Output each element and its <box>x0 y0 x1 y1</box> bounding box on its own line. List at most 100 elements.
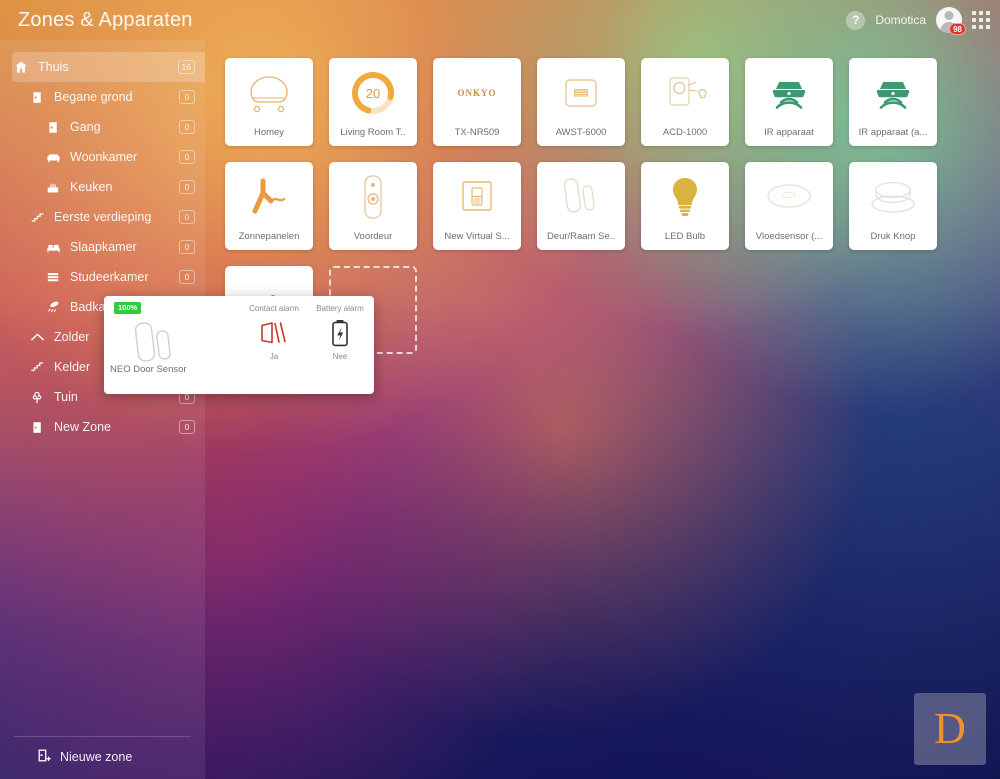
device-tile-label: AWST-6000 <box>555 127 607 138</box>
sidebar-item-label: Studeerkamer <box>70 270 149 284</box>
sidebar-item-begane-grond[interactable]: Begane grond 0 <box>12 82 205 112</box>
device-tile-label: New Virtual S... <box>444 231 510 242</box>
flood-sensor-icon <box>745 162 833 231</box>
avatar[interactable]: 98 <box>936 7 966 35</box>
basement-icon <box>28 359 46 375</box>
device-tile[interactable]: IR apparaat (a... <box>849 58 937 146</box>
battery-level-badge: 100% <box>114 302 142 314</box>
sidebar-item-slaapkamer[interactable]: Slaapkamer 0 <box>12 232 205 262</box>
device-tile-label: Homey <box>253 127 285 138</box>
door-open-alarm-icon <box>259 318 289 348</box>
notification-badge[interactable]: 98 <box>949 23 966 35</box>
capability-title: Battery alarm <box>316 304 364 313</box>
top-header: Zones & Apparaten ? Domotica 98 <box>0 0 1000 40</box>
zone-device-count: 0 <box>179 90 195 104</box>
brand-logo-button[interactable]: D <box>914 693 986 765</box>
header-actions: ? Domotica 98 <box>846 7 990 35</box>
svg-text:20: 20 <box>366 86 380 101</box>
device-tile[interactable]: Vloedsensor (... <box>745 162 833 250</box>
sidebar-item-gang[interactable]: Gang 0 <box>12 112 205 142</box>
zone-device-count: 0 <box>179 270 195 284</box>
device-tile[interactable]: 20 Living Room T.. <box>329 58 417 146</box>
apps-grid-icon[interactable] <box>972 11 990 29</box>
device-tile-label: Deur/Raam Se.. <box>546 231 616 242</box>
zone-device-count: 0 <box>179 120 195 134</box>
device-tile[interactable]: Voordeur <box>329 162 417 250</box>
capability-value: Ja <box>269 351 279 361</box>
brand-logo-letter: D <box>934 704 966 753</box>
device-tile-label: Vloedsensor (... <box>755 231 823 242</box>
desk-icon <box>44 269 62 285</box>
door-icon <box>44 119 62 135</box>
push-button-icon <box>849 162 937 231</box>
device-tile[interactable]: LED Bulb <box>641 162 729 250</box>
device-tile[interactable]: ACD-1000 <box>641 58 729 146</box>
sidebar-item-label: Keuken <box>70 180 113 194</box>
solar-panel-icon <box>225 162 313 231</box>
sidebar-item-label: Zolder <box>54 330 90 344</box>
device-tile[interactable]: New Virtual S... <box>433 162 521 250</box>
popup-device-name: NEO Door Sensor <box>110 364 187 375</box>
user-name-label: Domotica <box>875 13 926 27</box>
device-tile-label: IR apparaat (a... <box>858 127 928 138</box>
sidebar-item-keuken[interactable]: Keuken 0 <box>12 172 205 202</box>
device-popup-card[interactable]: 100% NEO Door Sensor Contact alarm Ja Bat… <box>104 296 374 394</box>
capability-contact-alarm[interactable]: Contact alarm Ja <box>248 304 300 361</box>
onkyo-logo-icon: ONKYO <box>433 58 521 127</box>
new-zone-label: Nieuwe zone <box>60 750 133 764</box>
add-zone-icon <box>38 749 51 765</box>
sidebar-item-label: Eerste verdieping <box>54 210 152 224</box>
ir-device-icon <box>849 58 937 127</box>
capability-value: Nee <box>332 351 348 361</box>
ir-device-icon <box>745 58 833 127</box>
shower-icon <box>44 299 62 315</box>
zone-device-count: 0 <box>179 240 195 254</box>
sidebar-item-studeerkamer[interactable]: Studeerkamer 0 <box>12 262 205 292</box>
sidebar-item-label: New Zone <box>54 420 111 434</box>
zone-device-count: 0 <box>179 210 195 224</box>
lightbulb-icon <box>641 162 729 231</box>
door-window-sensor-icon <box>126 318 186 364</box>
help-icon[interactable]: ? <box>846 10 866 30</box>
door-window-sensor-icon <box>537 162 625 231</box>
sidebar-item-woonkamer[interactable]: Woonkamer 0 <box>12 142 205 172</box>
device-tile[interactable]: ONKYO TX-NR509 <box>433 58 521 146</box>
sidebar-item-eerste-verdieping[interactable]: Eerste verdieping 0 <box>12 202 205 232</box>
sidebar-item-new-zone[interactable]: New Zone 0 <box>12 412 205 442</box>
device-tile-label: LED Bulb <box>664 231 706 242</box>
attic-icon <box>28 329 46 345</box>
device-tile[interactable]: IR apparaat <box>745 58 833 146</box>
device-tile[interactable]: Deur/Raam Se.. <box>537 162 625 250</box>
device-tile[interactable]: AWST-6000 <box>537 58 625 146</box>
new-zone-button[interactable]: Nieuwe zone <box>14 736 191 779</box>
device-tile-label: Zonnepanelen <box>238 231 300 242</box>
wall-switch-icon <box>537 58 625 127</box>
stairs-icon <box>28 209 46 225</box>
device-tile-label: Voordeur <box>353 231 393 242</box>
sidebar-item-label: Begane grond <box>54 90 133 104</box>
capability-battery-alarm[interactable]: Battery alarm Nee <box>314 304 366 361</box>
door-icon <box>28 419 46 435</box>
device-tile[interactable]: Homey <box>225 58 313 146</box>
device-tile[interactable]: Zonnepanelen <box>225 162 313 250</box>
door-icon <box>28 89 46 105</box>
sidebar-item-label: Kelder <box>54 360 91 374</box>
device-tile[interactable]: Druk Knop <box>849 162 937 250</box>
page-title: Zones & Apparaten <box>18 8 193 31</box>
device-tile-label: Druk Knop <box>870 231 916 242</box>
device-tile-label: Living Room T.. <box>340 127 406 138</box>
sidebar-item-thuis[interactable]: Thuis 16 <box>12 52 205 82</box>
popup-capabilities: Contact alarm Ja Battery alarm Nee <box>248 304 366 361</box>
device-tile-label: IR apparaat <box>764 127 814 138</box>
sidebar-item-label: Slaapkamer <box>70 240 137 254</box>
sofa-icon <box>44 149 62 165</box>
home-icon <box>12 59 30 75</box>
zone-device-count: 0 <box>179 150 195 164</box>
device-area: Homey 20 Living Room T.. ONKYO TX-NR509 AWS… <box>205 40 1000 779</box>
zones-sidebar: Thuis 16 Begane grond 0 Gang 0 Woonkamer 0 Keuke… <box>0 40 205 779</box>
flower-icon <box>28 389 46 405</box>
capability-title: Contact alarm <box>249 304 299 313</box>
bed-icon <box>44 239 62 255</box>
device-tile-label: ACD-1000 <box>662 127 708 138</box>
app-window: Zones & Apparaten ? Domotica 98 Thuis 16 B… <box>0 0 1000 779</box>
